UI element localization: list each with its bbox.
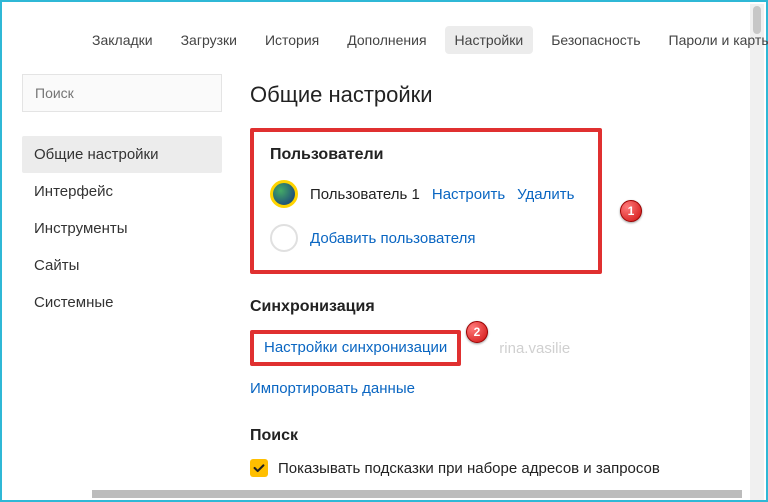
settings-content: Общие настройки Пользователи Пользовател…: [250, 82, 736, 496]
users-section-highlighted: Пользователи Пользователь 1 Настроить Уд…: [250, 128, 602, 274]
search-section: Поиск Показывать подсказки при наборе ад…: [250, 427, 736, 496]
add-user-link[interactable]: Добавить пользователя: [310, 230, 475, 247]
user-name-label: Пользователь 1: [310, 186, 420, 203]
settings-window: Закладки Загрузки История Дополнения Нас…: [0, 0, 768, 502]
sidebar-item-tools[interactable]: Инструменты: [22, 210, 222, 247]
page-title: Общие настройки: [250, 82, 736, 108]
search-option-suggestions[interactable]: Показывать подсказки при наборе адресов …: [250, 459, 736, 477]
users-heading: Пользователи: [270, 146, 582, 164]
user-avatar-icon[interactable]: [270, 180, 298, 208]
checkbox-checked-icon[interactable]: [250, 459, 268, 477]
vertical-scrollbar[interactable]: [750, 4, 764, 500]
tab-history[interactable]: История: [255, 26, 329, 54]
top-tabs: Закладки Загрузки История Дополнения Нас…: [82, 26, 742, 54]
annotation-marker-1: 1: [620, 200, 642, 222]
sidebar-items: Общие настройки Интерфейс Инструменты Са…: [22, 136, 222, 321]
sidebar-item-system[interactable]: Системные: [22, 284, 222, 321]
tab-passwords[interactable]: Пароли и карты: [659, 26, 768, 54]
user-delete-link[interactable]: Удалить: [517, 186, 574, 203]
sidebar-item-general[interactable]: Общие настройки: [22, 136, 222, 173]
settings-sidebar: Общие настройки Интерфейс Инструменты Са…: [22, 74, 222, 321]
search-heading: Поиск: [250, 427, 736, 445]
user-configure-link[interactable]: Настроить: [432, 186, 505, 203]
annotation-marker-2: 2: [466, 321, 488, 343]
tab-security[interactable]: Безопасность: [541, 26, 650, 54]
import-data-row: Импортировать данные: [250, 380, 736, 397]
tab-bookmarks[interactable]: Закладки: [82, 26, 163, 54]
search-option-label: Показывать подсказки при наборе адресов …: [278, 460, 660, 477]
checkmark-icon: [252, 461, 266, 475]
sync-account-fragment: rina.vasilie: [499, 340, 570, 357]
sync-heading: Синхронизация: [250, 298, 736, 316]
horizontal-scrollbar[interactable]: [92, 490, 742, 498]
import-data-link[interactable]: Импортировать данные: [250, 380, 415, 397]
tab-settings[interactable]: Настройки: [445, 26, 534, 54]
sync-section: Синхронизация Настройки синхронизации ri…: [250, 298, 736, 397]
search-input[interactable]: [22, 74, 222, 112]
sync-settings-row: Настройки синхронизации rina.vasilie: [250, 330, 736, 366]
sync-settings-highlighted: Настройки синхронизации: [250, 330, 461, 366]
add-user-icon: [270, 224, 298, 252]
add-user-row[interactable]: Добавить пользователя: [270, 224, 582, 252]
tab-addons[interactable]: Дополнения: [337, 26, 436, 54]
sidebar-item-sites[interactable]: Сайты: [22, 247, 222, 284]
sidebar-item-interface[interactable]: Интерфейс: [22, 173, 222, 210]
tab-downloads[interactable]: Загрузки: [171, 26, 247, 54]
user-row: Пользователь 1 Настроить Удалить: [270, 180, 582, 208]
sync-settings-link[interactable]: Настройки синхронизации: [264, 339, 447, 356]
